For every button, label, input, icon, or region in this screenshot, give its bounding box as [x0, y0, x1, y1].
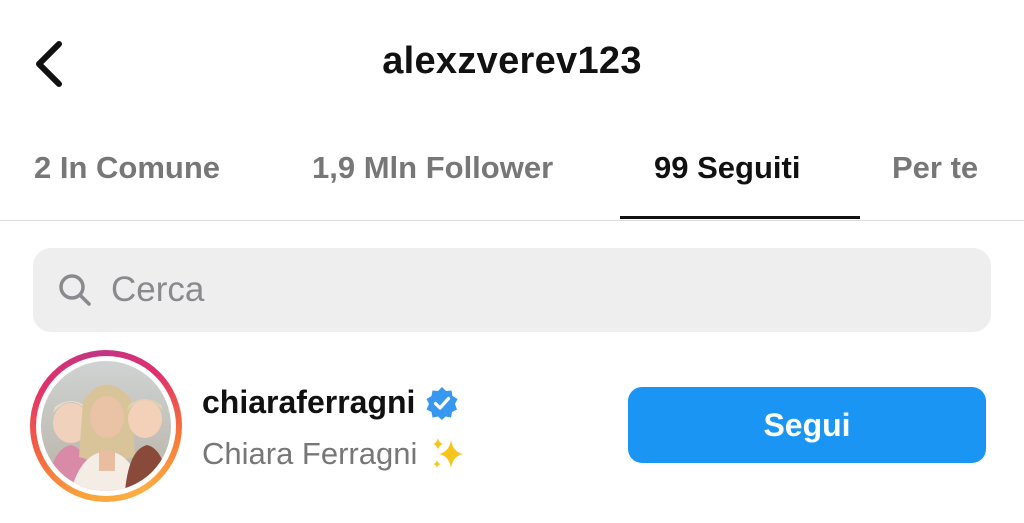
username-text[interactable]: chiaraferragni [202, 384, 415, 421]
search-input[interactable] [109, 259, 973, 321]
active-tab-indicator [620, 216, 860, 219]
list-item[interactable]: chiaraferragni Chiara Ferragni Segui [0, 350, 1024, 510]
tab-followers[interactable]: 1,9 Mln Follower [312, 150, 553, 186]
username[interactable]: chiaraferragni [202, 384, 459, 421]
full-name-text: Chiara Ferragni [202, 436, 418, 471]
tab-for-you[interactable]: Per te [892, 150, 978, 186]
tab-mutual[interactable]: 2 In Comune [34, 150, 220, 186]
page-title: alexzverev123 [382, 40, 642, 82]
avatar [41, 361, 171, 491]
search-bar[interactable] [33, 248, 991, 332]
tab-following[interactable]: 99 Seguiti [654, 150, 800, 186]
verified-badge-icon [425, 386, 459, 420]
follow-button[interactable]: Segui [628, 387, 986, 463]
sparkles-icon [429, 434, 469, 474]
search-icon [55, 270, 95, 310]
story-ring[interactable] [30, 350, 182, 502]
tab-bar: 2 In Comune 1,9 Mln Follower 99 Seguiti … [0, 130, 1024, 221]
top-bar: alexzverev123 [0, 0, 1024, 130]
full-name: Chiara Ferragni [202, 434, 469, 474]
